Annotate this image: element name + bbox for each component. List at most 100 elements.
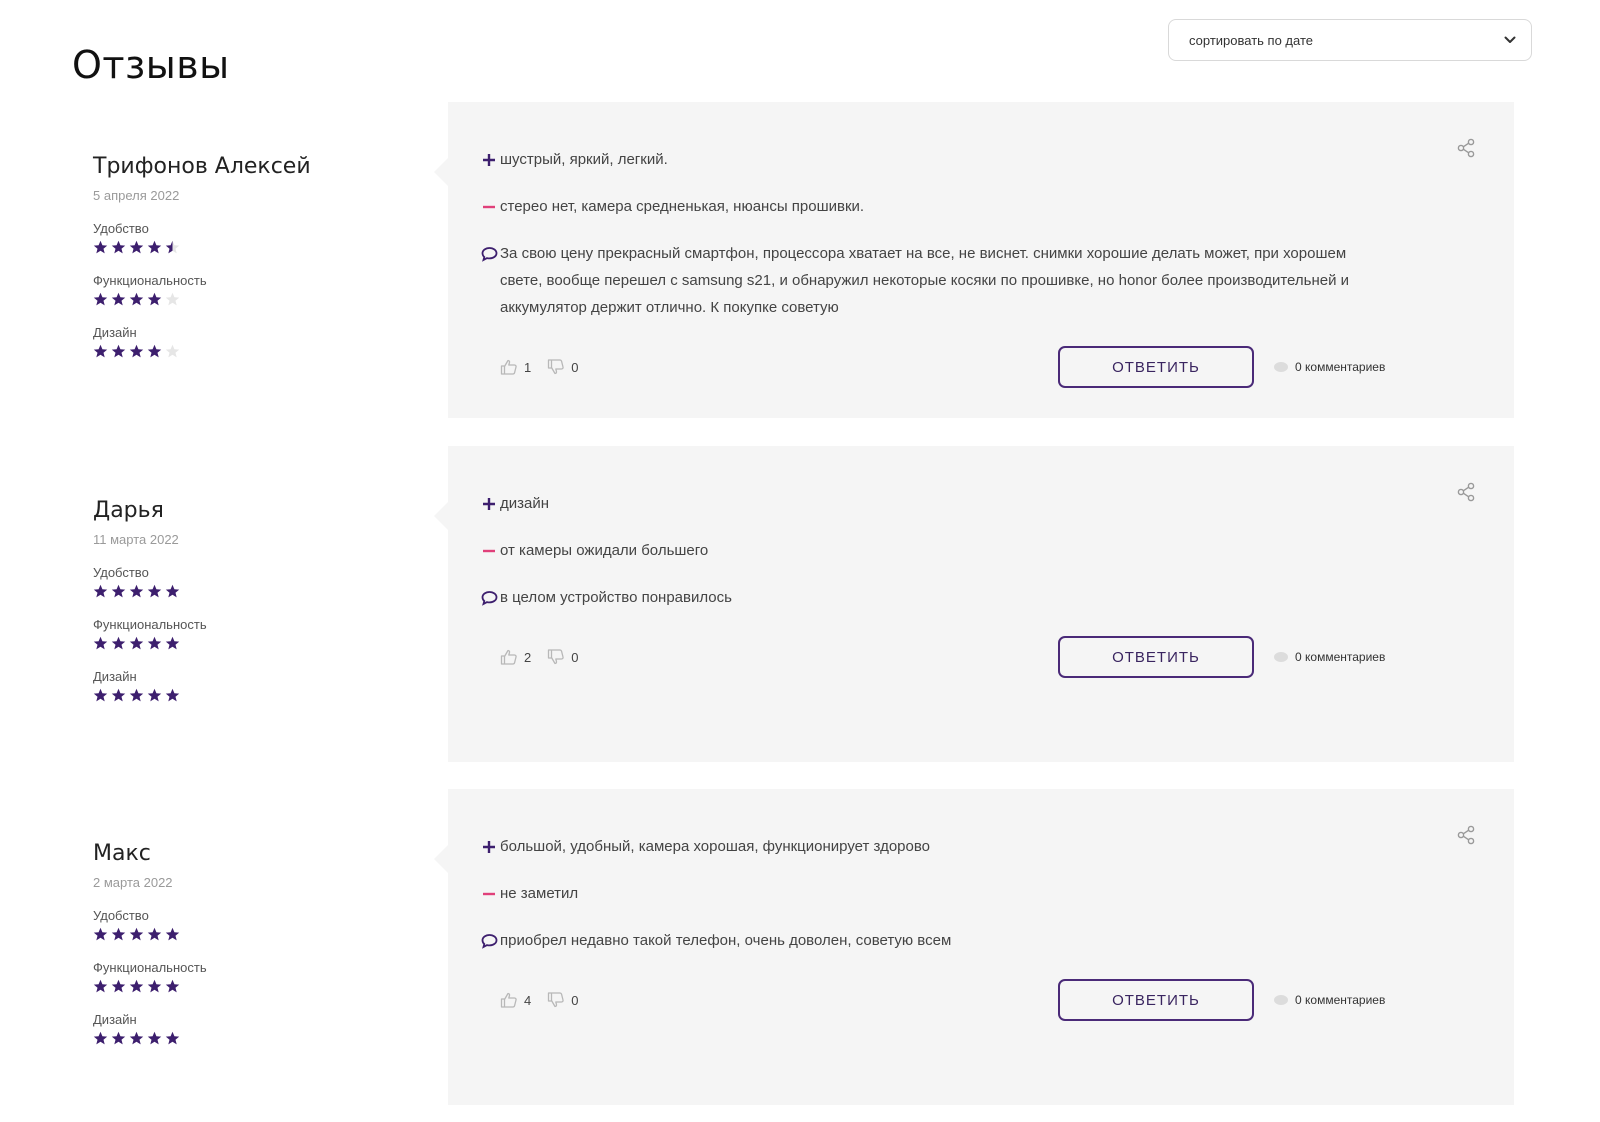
- review-comment-text: приобрел недавно такой телефон, очень до…: [500, 932, 952, 949]
- reply-button[interactable]: ОТВЕТИТЬ: [1058, 636, 1254, 678]
- star-icon: [147, 584, 162, 597]
- star-icon: [147, 979, 162, 992]
- rating-stars: [93, 1030, 393, 1046]
- review-date: 2 марта 2022: [93, 875, 173, 890]
- share-icon[interactable]: [1456, 825, 1476, 845]
- rating-label: Удобство: [93, 565, 149, 580]
- star-icon: [93, 927, 108, 940]
- rating-stars: [93, 291, 393, 307]
- chevron-down-icon: [1503, 33, 1517, 47]
- review-item: Макс 2 марта 2022 Удобство Функционально…: [0, 789, 1600, 1105]
- star-icon: [129, 344, 144, 357]
- star-icon: [147, 292, 162, 305]
- review-comment: За свою цену прекрасный смартфон, процес…: [478, 244, 1370, 321]
- sort-select-label: сортировать по дате: [1189, 32, 1313, 48]
- rating-design: Дизайн: [93, 325, 393, 359]
- star-icon: [111, 344, 126, 357]
- star-icon: [147, 1031, 162, 1044]
- rating-stars: [93, 635, 393, 651]
- star-icon: [93, 344, 108, 357]
- comments-count: 0 комментариев: [1295, 993, 1386, 1007]
- review-pros-text: дизайн: [500, 495, 550, 512]
- dislike-count: 0: [571, 992, 579, 1008]
- review-cons-text: от камеры ожидали большего: [500, 542, 709, 559]
- comments-link[interactable]: 0 комментариев: [1274, 360, 1385, 374]
- reply-button[interactable]: ОТВЕТИТЬ: [1058, 346, 1254, 388]
- review-card: дизайн от камеры ожидали большего в цело…: [434, 446, 1514, 762]
- plus-icon: [478, 837, 500, 857]
- star-icon: [129, 979, 144, 992]
- like-count: 2: [524, 649, 532, 665]
- review-author-block: Трифонов Алексей 5 апреля 2022 Удобство …: [93, 154, 393, 359]
- like-button[interactable]: 2: [500, 649, 531, 665]
- share-icon[interactable]: [1456, 138, 1476, 158]
- rating-functionality: Функциональность: [93, 617, 393, 651]
- star-icon: [147, 636, 162, 649]
- star-icon: [129, 240, 144, 253]
- review-author-block: Макс 2 марта 2022 Удобство Функционально…: [93, 841, 393, 1046]
- star-icon: [165, 688, 180, 701]
- star-icon: [111, 927, 126, 940]
- dislike-count: 0: [571, 649, 579, 665]
- star-icon: [111, 1031, 126, 1044]
- review-comment-text: в целом устройство понравилось: [500, 589, 732, 606]
- comments-link[interactable]: 0 комментариев: [1274, 993, 1385, 1007]
- rating-stars: [93, 583, 393, 599]
- rating-stars: [93, 343, 393, 359]
- star-icon: [147, 240, 162, 253]
- like-button[interactable]: 4: [500, 992, 531, 1008]
- star-icon: [111, 240, 126, 253]
- star-icon: [165, 292, 180, 305]
- reply-button[interactable]: ОТВЕТИТЬ: [1058, 979, 1254, 1021]
- star-icon: [93, 1031, 108, 1044]
- share-icon[interactable]: [1456, 482, 1476, 502]
- comments-count: 0 комментариев: [1295, 650, 1386, 664]
- comment-bubble-icon: [1274, 362, 1288, 372]
- review-item: Дарья 11 марта 2022 Удобство Функциональ…: [0, 446, 1600, 762]
- rating-design: Дизайн: [93, 669, 393, 703]
- dislike-button[interactable]: 0: [547, 359, 578, 375]
- thumbs-up-icon: [500, 359, 517, 375]
- rating-label: Функциональность: [93, 617, 207, 632]
- speech-bubble-icon: [478, 588, 500, 608]
- review-date: 5 апреля 2022: [93, 188, 180, 203]
- rating-convenience: Удобство: [93, 908, 393, 942]
- like-count: 4: [524, 992, 532, 1008]
- star-icon: [165, 636, 180, 649]
- review-card: шустрый, яркий, легкий. стерео нет, каме…: [434, 102, 1514, 418]
- star-icon: [147, 344, 162, 357]
- sort-select[interactable]: сортировать по дате: [1168, 19, 1532, 61]
- review-comment: приобрел недавно такой телефон, очень до…: [478, 931, 1370, 954]
- like-button[interactable]: 1: [500, 359, 531, 375]
- star-icon: [129, 1031, 144, 1044]
- review-pros-text: большой, удобный, камера хорошая, функци…: [500, 838, 931, 855]
- thumbs-up-icon: [500, 992, 517, 1008]
- review-pros: большой, удобный, камера хорошая, функци…: [478, 837, 930, 860]
- rating-stars: [93, 239, 393, 255]
- star-icon: [93, 584, 108, 597]
- star-icon: [93, 636, 108, 649]
- star-icon: [111, 636, 126, 649]
- rating-design: Дизайн: [93, 1012, 393, 1046]
- dislike-button[interactable]: 0: [547, 992, 578, 1008]
- comments-link[interactable]: 0 комментариев: [1274, 650, 1385, 664]
- rating-stars: [93, 978, 393, 994]
- review-author-name: Макс: [93, 841, 151, 866]
- star-icon: [165, 240, 180, 253]
- review-pros: шустрый, яркий, легкий.: [478, 150, 668, 173]
- dislike-button[interactable]: 0: [547, 649, 578, 665]
- review-cons-text: стерео нет, камера средненькая, нюансы п…: [500, 198, 865, 215]
- star-icon: [129, 584, 144, 597]
- rating-stars: [93, 687, 393, 703]
- plus-icon: [478, 494, 500, 514]
- rating-label: Функциональность: [93, 273, 207, 288]
- review-author-name: Дарья: [93, 498, 164, 523]
- review-item: Трифонов Алексей 5 апреля 2022 Удобство …: [0, 102, 1600, 418]
- dislike-count: 0: [571, 359, 579, 375]
- rating-label: Функциональность: [93, 960, 207, 975]
- rating-convenience: Удобство: [93, 565, 393, 599]
- star-icon: [111, 584, 126, 597]
- review-votes: 1 0: [500, 359, 578, 375]
- star-icon: [129, 688, 144, 701]
- review-date: 11 марта 2022: [93, 532, 179, 547]
